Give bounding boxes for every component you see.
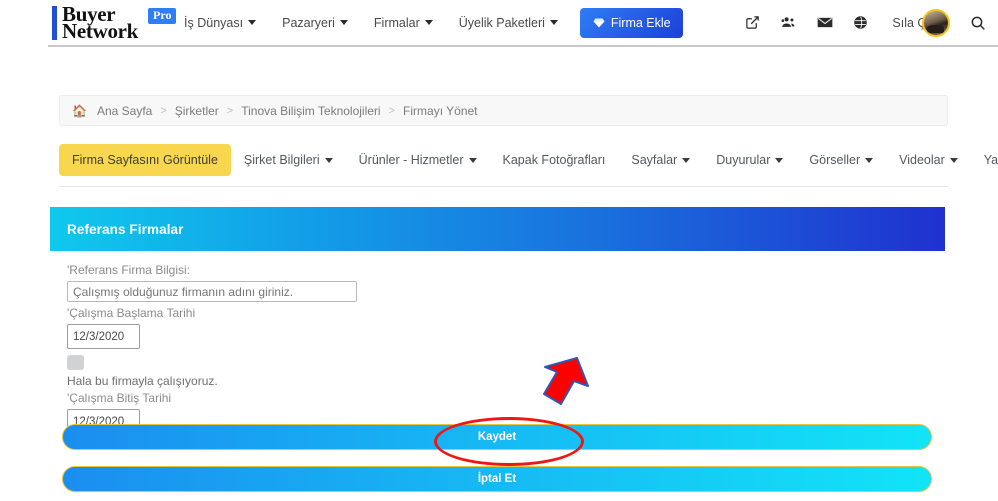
tab-kapak-fotograflari[interactable]: Kapak Fotoğrafları xyxy=(490,144,619,176)
cancel-button-wrapper: İptal Et xyxy=(62,466,932,492)
tab-urunler-hizmetler[interactable]: Ürünler - Hizmetler xyxy=(346,144,490,176)
diamond-icon xyxy=(593,18,605,27)
nav-item-is-dunyasi[interactable]: İş Dünyası xyxy=(184,15,257,30)
nav-item-firmalar[interactable]: Firmalar xyxy=(374,16,433,30)
panel-body: 'Referans Firma Bilgisi: 'Çalışma Başlam… xyxy=(50,251,945,434)
save-button[interactable]: Kaydet xyxy=(62,424,932,450)
tab-label: Yardım xyxy=(983,153,998,167)
brand-text: Buyer Network xyxy=(62,3,139,43)
nav-item-uyelik-paketleri[interactable]: Üyelik Paketleri xyxy=(459,16,558,30)
brand-line-2: Network xyxy=(62,18,139,43)
brand-pro-badge: Pro xyxy=(148,7,177,24)
tab-view-company-page[interactable]: Firma Sayfasını Görüntüle xyxy=(59,144,231,176)
globe-icon[interactable] xyxy=(853,15,868,30)
chevron-down-icon xyxy=(424,20,433,25)
still-working-label: Hala bu firmayla çalışıyoruz. xyxy=(67,374,218,388)
save-button-wrapper: Kaydet xyxy=(62,424,932,450)
tab-label: Kapak Fotoğrafları xyxy=(502,153,606,167)
top-navbar: Buyer Network Pro İş Dünyası Pazaryeri F… xyxy=(48,0,998,47)
home-icon: 🏠 xyxy=(72,103,87,118)
tab-gorseller[interactable]: Görseller xyxy=(796,144,886,176)
breadcrumb-item-sirketler[interactable]: Şirketler xyxy=(175,104,219,118)
add-company-button[interactable]: Firma Ekle xyxy=(579,7,683,38)
tab-sayfalar[interactable]: Sayfalar xyxy=(618,144,703,176)
external-link-icon[interactable] xyxy=(745,15,760,30)
tab-yardim[interactable]: Yardım xyxy=(971,144,998,176)
tab-label: Ürünler - Hizmetler xyxy=(358,153,464,167)
breadcrumb-separator: > xyxy=(226,104,234,117)
tab-label: Videolar xyxy=(899,153,945,167)
nav-item-label: Firmalar xyxy=(373,15,420,30)
breadcrumb-item-current: Firmayı Yönet xyxy=(403,103,478,118)
chevron-down-icon xyxy=(324,157,333,163)
still-working-checkbox[interactable] xyxy=(67,355,84,370)
tab-videolar[interactable]: Videolar xyxy=(886,144,971,176)
breadcrumb-separator: > xyxy=(388,104,396,117)
avatar[interactable] xyxy=(922,8,950,37)
search-icon[interactable] xyxy=(970,15,986,31)
breadcrumb-item-company[interactable]: Tinova Bilişim Teknolojileri xyxy=(241,104,380,118)
chevron-down-icon xyxy=(248,20,257,25)
breadcrumb-separator: > xyxy=(160,104,167,117)
user-menu[interactable]: Sıla Çil xyxy=(892,8,950,37)
nav-item-label: Pazaryeri xyxy=(282,15,335,30)
chevron-down-icon xyxy=(549,20,558,25)
tab-label: Şirket Bilgileri xyxy=(243,153,320,167)
tab-sirket-bilgileri[interactable]: Şirket Bilgileri xyxy=(231,144,346,176)
chevron-down-icon xyxy=(682,157,691,163)
manage-company-tabs: Firma Sayfasını Görüntüle Şirket Bilgile… xyxy=(59,142,998,178)
chevron-down-icon xyxy=(949,157,958,163)
start-date-label: 'Çalışma Başlama Tarihi xyxy=(67,306,196,320)
add-company-label: Firma Ekle xyxy=(610,15,671,30)
brand-accent-bar xyxy=(52,5,57,40)
nav-item-label: İş Dünyası xyxy=(184,15,244,30)
nav-item-label: Üyelik Paketleri xyxy=(458,15,545,30)
tab-duyurular[interactable]: Duyurular xyxy=(703,144,796,176)
tab-label: Görseller xyxy=(809,153,861,167)
tabs-divider xyxy=(59,186,948,187)
navbar-right-actions: Sıla Çil xyxy=(745,8,998,37)
end-date-label: 'Çalışma Bitiş Tarihi xyxy=(67,391,172,405)
chevron-down-icon xyxy=(339,20,348,25)
panel-header: Referans Firmalar xyxy=(50,207,945,251)
users-group-icon[interactable] xyxy=(780,15,797,30)
cancel-button[interactable]: İptal Et xyxy=(62,466,932,492)
nav-links: İş Dünyası Pazaryeri Firmalar Üyelik Pak… xyxy=(184,16,558,30)
brand-logo[interactable]: Buyer Network Pro xyxy=(52,3,177,43)
envelope-icon[interactable] xyxy=(817,16,833,29)
reference-companies-panel: Referans Firmalar 'Referans Firma Bilgis… xyxy=(50,207,945,501)
chevron-down-icon xyxy=(468,157,477,163)
reference-company-input[interactable] xyxy=(67,281,357,302)
chevron-down-icon xyxy=(865,157,874,163)
nav-item-pazaryeri[interactable]: Pazaryeri xyxy=(282,16,348,30)
reference-company-label: 'Referans Firma Bilgisi: xyxy=(67,263,190,277)
chevron-down-icon xyxy=(775,157,784,163)
tab-label: Sayfalar xyxy=(631,153,678,167)
breadcrumb: 🏠 Ana Sayfa > Şirketler > Tinova Bilişim… xyxy=(59,95,948,126)
tab-label: Duyurular xyxy=(716,153,771,167)
start-date-input[interactable] xyxy=(67,324,140,349)
breadcrumb-item-ana-sayfa[interactable]: Ana Sayfa xyxy=(97,104,152,118)
panel-title: Referans Firmalar xyxy=(67,221,184,237)
